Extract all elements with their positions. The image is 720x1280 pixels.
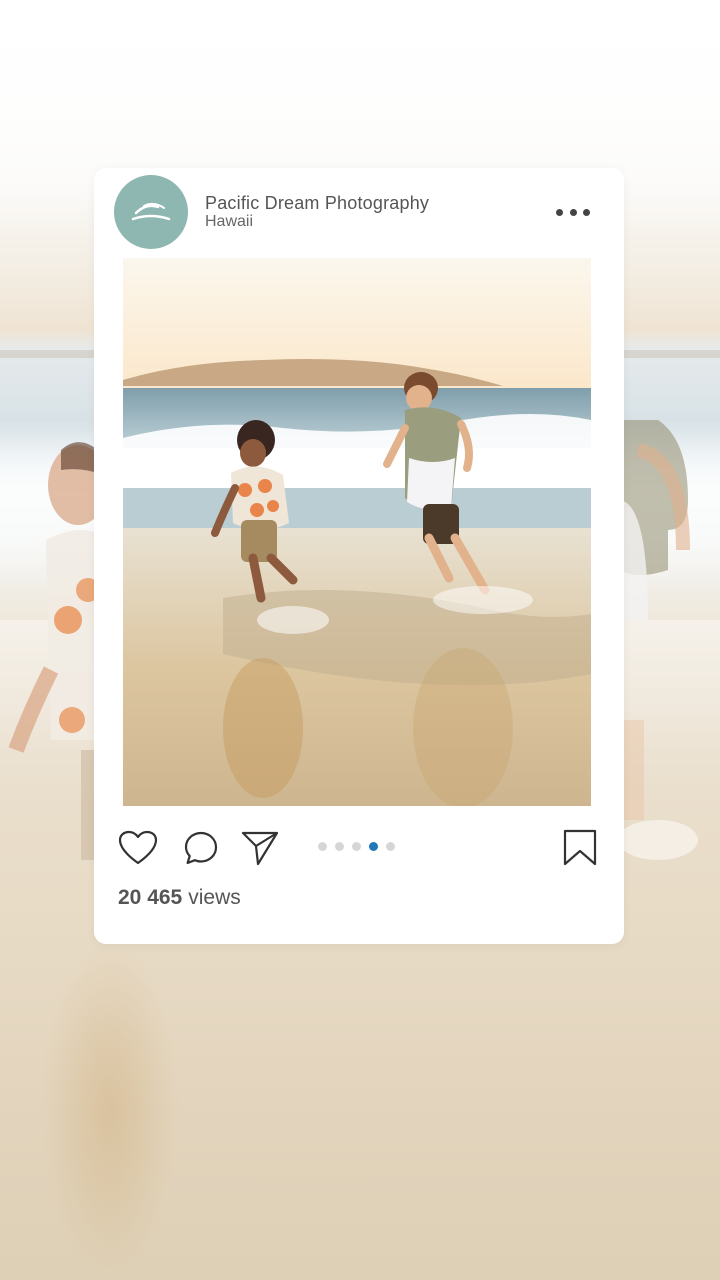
share-button[interactable] [240, 828, 280, 868]
wave-logo-icon [131, 202, 171, 221]
beach-photo [123, 258, 591, 806]
carousel-indicator [318, 842, 395, 851]
carousel-dot-active[interactable] [369, 842, 378, 851]
more-dots-icon [556, 208, 563, 216]
save-button[interactable] [560, 828, 600, 868]
bookmark-icon [563, 829, 597, 866]
comment-icon [184, 831, 218, 865]
like-button[interactable] [118, 828, 158, 868]
heart-icon [118, 830, 158, 865]
post-card: Pacific Dream Photography Hawaii 20 465 … [94, 168, 624, 944]
account-name[interactable]: Pacific Dream Photography [205, 194, 429, 212]
post-photo[interactable] [123, 258, 591, 806]
carousel-dot[interactable] [386, 842, 395, 851]
avatar[interactable] [114, 175, 188, 249]
views-count: 20 465 views [118, 886, 241, 910]
carousel-dot[interactable] [318, 842, 327, 851]
share-icon [241, 831, 279, 866]
background-child-left [8, 442, 106, 860]
more-options-button[interactable] [556, 202, 590, 222]
comment-button[interactable] [181, 828, 221, 868]
post-header: Pacific Dream Photography Hawaii [114, 175, 604, 249]
background-child-right [618, 420, 698, 860]
carousel-dot[interactable] [352, 842, 361, 851]
post-actions [118, 828, 600, 868]
views-number: 20 465 [118, 886, 183, 909]
carousel-dot[interactable] [335, 842, 344, 851]
views-label: views [188, 886, 241, 909]
reflection [40, 940, 180, 1280]
post-location[interactable]: Hawaii [205, 214, 429, 230]
